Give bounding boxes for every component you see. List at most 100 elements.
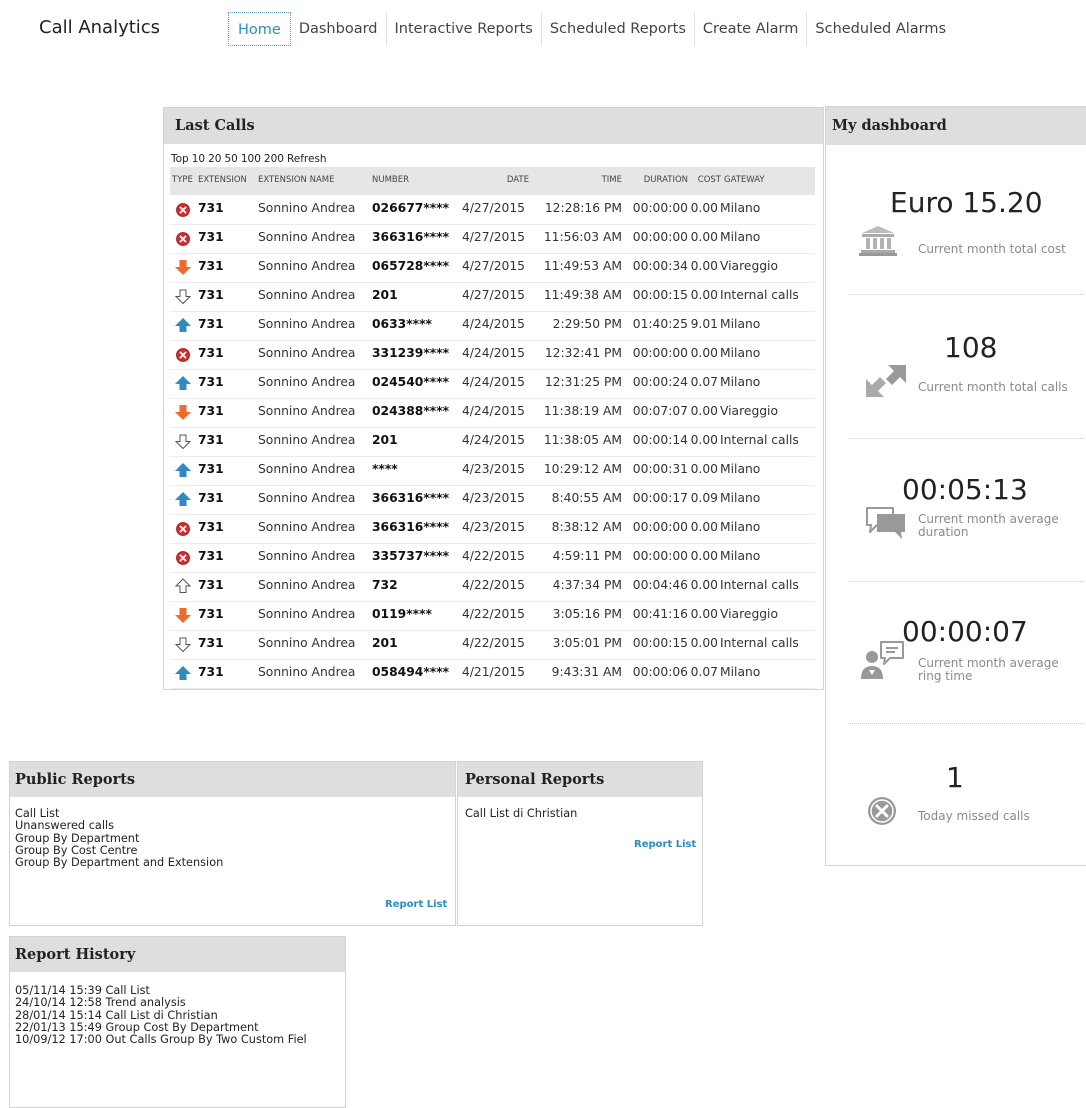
cell-extension-name: Sonnino Andrea	[258, 317, 356, 331]
cell-time: 11:56:03 AM	[543, 230, 622, 244]
cell-extension: 731	[198, 230, 224, 244]
cell-extension-name: Sonnino Andrea	[258, 288, 356, 302]
refresh-link[interactable]: Refresh	[287, 153, 327, 165]
table-row[interactable]: 731 Sonnino Andrea 331239**** 4/24/2015 12:3…	[170, 340, 815, 370]
cell-number: 058494****	[372, 665, 450, 679]
report-item[interactable]: Group By Department and Extension	[15, 856, 223, 869]
cell-duration: 00:00:00	[632, 201, 688, 215]
cell-extension: 731	[198, 201, 224, 215]
cell-cost: 0.00	[690, 636, 718, 650]
cell-gateway: Milano	[720, 491, 761, 505]
col-type[interactable]: TYPE	[172, 175, 193, 185]
cell-cost: 0.07	[690, 665, 718, 679]
cell-cost: 0.00	[690, 607, 718, 621]
calls-table-header: TYPE EXTENSION EXTENSION NAME NUMBER DATE TIM…	[170, 167, 815, 195]
cell-extension: 731	[198, 404, 224, 418]
cell-number: 201	[372, 433, 398, 447]
table-row[interactable]: 731 Sonnino Andrea 732 4/22/2015 4:37:34 PM 0…	[170, 572, 815, 602]
cell-cost: 0.00	[690, 201, 718, 215]
col-cost[interactable]: COST	[698, 175, 721, 185]
top-option-100[interactable]: 100	[241, 153, 261, 165]
internal-incoming-icon	[174, 635, 192, 653]
col-duration[interactable]: DURATION	[644, 175, 688, 185]
cell-extension: 731	[198, 317, 224, 331]
cell-extension-name: Sonnino Andrea	[258, 375, 356, 389]
cell-time: 3:05:01 PM	[552, 636, 622, 650]
tab-dashboard[interactable]: Dashboard	[291, 12, 386, 46]
cell-date: 4/27/2015	[461, 201, 525, 215]
tab-create-alarm[interactable]: Create Alarm	[693, 12, 806, 46]
table-row[interactable]: 731 Sonnino Andrea 024540**** 4/24/2015 12:3…	[170, 369, 815, 399]
cell-cost: 0.00	[690, 346, 718, 360]
top-option-200[interactable]: 200	[264, 153, 284, 165]
personal-report-list-link[interactable]: Report List	[634, 839, 696, 850]
cell-date: 4/27/2015	[461, 259, 525, 273]
history-timestamp: 05/11/14 15:39	[15, 984, 102, 997]
public-reports-panel: Public Reports Call List Unanswered calls…	[9, 761, 456, 926]
cell-date: 4/24/2015	[461, 375, 525, 389]
internal-outgoing-icon	[174, 577, 192, 595]
table-row[interactable]: 731 Sonnino Andrea **** 4/23/2015 10:29:12 A…	[170, 456, 815, 486]
cell-extension-name: Sonnino Andrea	[258, 462, 356, 476]
top-option-20[interactable]: 20	[208, 153, 221, 165]
cell-gateway: Milano	[720, 665, 761, 679]
report-item[interactable]: Call List di Christian	[465, 807, 577, 820]
cell-number: 026677****	[372, 201, 450, 215]
col-gateway[interactable]: GATEWAY	[724, 175, 765, 185]
table-row[interactable]: 731 Sonnino Andrea 366316**** 4/23/2015 8:40…	[170, 485, 815, 515]
col-extension[interactable]: EXTENSION	[198, 175, 247, 185]
table-row[interactable]: 731 Sonnino Andrea 0119**** 4/22/2015 3:05:1…	[170, 601, 815, 631]
top-option-10[interactable]: 10	[192, 153, 205, 165]
metric-value: 00:00:07	[902, 615, 1028, 648]
table-row[interactable]: 731 Sonnino Andrea 201 4/24/2015 11:38:05 AM…	[170, 427, 815, 457]
cell-cost: 0.00	[690, 520, 718, 534]
cell-gateway: Internal calls	[720, 636, 799, 650]
outgoing-call-icon	[174, 374, 192, 392]
col-date[interactable]: DATE	[507, 175, 529, 185]
table-row[interactable]: 731 Sonnino Andrea 366316**** 4/23/2015 8:38…	[170, 514, 815, 544]
last-calls-panel: Last Calls Top 10 20 50 100 200 Refresh TYPE EX…	[163, 107, 824, 690]
metric-label: Today missed calls	[918, 809, 1030, 823]
cell-duration: 01:40:25	[632, 317, 688, 331]
cell-duration: 00:00:14	[632, 433, 688, 447]
missed-call-icon	[174, 345, 192, 363]
cell-date: 4/24/2015	[461, 433, 525, 447]
cell-time: 3:05:16 PM	[552, 607, 622, 621]
history-timestamp: 10/09/12 17:00	[15, 1033, 102, 1047]
history-item[interactable]: 10/09/12 17:00 Out Calls Group By Two Cu…	[15, 1034, 307, 1046]
tab-home[interactable]: Home	[228, 12, 291, 46]
table-row[interactable]: 731 Sonnino Andrea 201 4/22/2015 3:05:01 PM 0…	[170, 630, 815, 660]
col-extension-name[interactable]: EXTENSION NAME	[258, 175, 335, 185]
public-report-list-link[interactable]: Report List	[385, 899, 447, 910]
cell-number: 331239****	[372, 346, 450, 360]
top-option-50[interactable]: 50	[224, 153, 237, 165]
table-row[interactable]: 731 Sonnino Andrea 335737**** 4/22/2015 4:59…	[170, 543, 815, 573]
cell-extension: 731	[198, 346, 224, 360]
table-row[interactable]: 731 Sonnino Andrea 024388**** 4/24/2015 11:3…	[170, 398, 815, 428]
report-item[interactable]: Unanswered calls	[15, 819, 223, 832]
history-timestamp: 24/10/14 12:58	[15, 996, 102, 1010]
cell-gateway: Milano	[720, 317, 761, 331]
cell-date: 4/24/2015	[461, 346, 525, 360]
metric-value: 1	[946, 761, 964, 794]
outgoing-call-icon	[174, 316, 192, 334]
col-number[interactable]: NUMBER	[372, 175, 409, 185]
cell-extension: 731	[198, 433, 224, 447]
cell-time: 11:49:53 AM	[543, 259, 622, 273]
col-time[interactable]: TIME	[602, 175, 622, 185]
cell-cost: 0.00	[690, 404, 718, 418]
tab-scheduled-reports[interactable]: Scheduled Reports	[540, 12, 694, 46]
cell-duration: 00:00:15	[632, 636, 688, 650]
table-row[interactable]: 731 Sonnino Andrea 201 4/27/2015 11:49:38 AM…	[170, 282, 815, 312]
table-row[interactable]: 731 Sonnino Andrea 026677**** 4/27/2015 12:2…	[170, 195, 815, 225]
metric-label: Current month average ring time	[918, 656, 1059, 683]
cell-extension-name: Sonnino Andrea	[258, 578, 356, 592]
tab-scheduled-alarms[interactable]: Scheduled Alarms	[806, 12, 954, 46]
table-row[interactable]: 731 Sonnino Andrea 0633**** 4/24/2015 2:29:5…	[170, 311, 815, 341]
table-row[interactable]: 731 Sonnino Andrea 366316**** 4/27/2015 11:5…	[170, 224, 815, 254]
tab-interactive-reports[interactable]: Interactive Reports	[385, 12, 541, 46]
cell-gateway: Internal calls	[720, 433, 799, 447]
table-row[interactable]: 731 Sonnino Andrea 065728**** 4/27/2015 11:4…	[170, 253, 815, 283]
table-row[interactable]: 731 Sonnino Andrea 058494**** 4/21/2015 9:43…	[170, 659, 815, 689]
cell-gateway: Viareggio	[720, 607, 778, 621]
